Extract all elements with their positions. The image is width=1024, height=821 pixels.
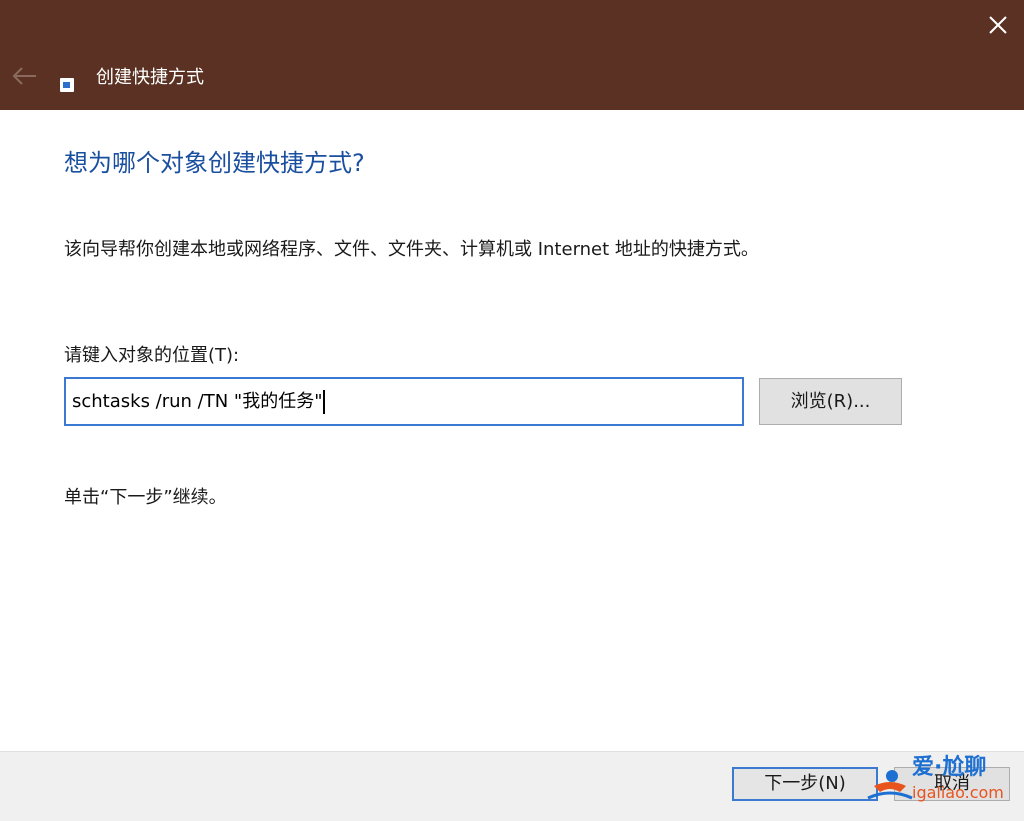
close-icon	[989, 16, 1007, 34]
watermark-title: 爱·尬聊	[912, 755, 987, 780]
close-button[interactable]	[968, 0, 1024, 50]
next-button[interactable]: 下一步(N)	[732, 767, 878, 801]
location-input-value: schtasks /run /TN "我的任务"	[72, 391, 323, 412]
back-button[interactable]	[8, 62, 40, 90]
text-caret	[323, 390, 326, 414]
location-input[interactable]: schtasks /run /TN "我的任务"	[64, 377, 744, 426]
window-title: 创建快捷方式	[96, 67, 204, 88]
location-label: 请键入对象的位置(T):	[64, 345, 240, 366]
shortcut-icon	[60, 78, 74, 92]
wizard-description: 该向导帮你创建本地或网络程序、文件、文件夹、计算机或 Internet 地址的快…	[64, 239, 759, 260]
back-arrow-icon	[12, 67, 36, 85]
page-heading: 想为哪个对象创建快捷方式?	[64, 149, 365, 177]
watermark-url: igaliao.com	[912, 783, 1004, 802]
continue-hint: 单击“下一步”继续。	[64, 487, 227, 508]
title-bar: 创建快捷方式	[0, 0, 1024, 110]
browse-button[interactable]: 浏览(R)...	[759, 378, 902, 425]
